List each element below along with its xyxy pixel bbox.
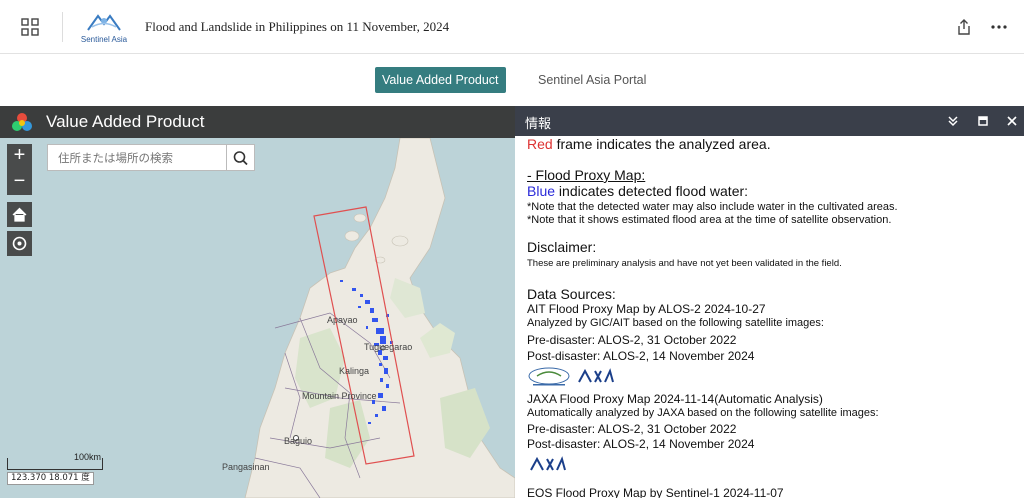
blue-flood-rest: indicates detected flood water: <box>555 183 749 199</box>
top-header: Sentinel Asia Flood and Landslide in Phi… <box>0 0 1024 54</box>
scale-label: 100km <box>74 452 102 462</box>
app-logo-icon <box>10 111 34 135</box>
note-estimated: *Note that it shows estimated flood area… <box>527 214 892 226</box>
dock-icon[interactable] <box>975 113 991 129</box>
ait-logos <box>527 366 647 388</box>
tab-sentinel-asia-portal[interactable]: Sentinel Asia Portal <box>531 67 653 93</box>
source-jaxa-title: JAXA Flood Proxy Map 2024-11-14(Automati… <box>527 392 823 406</box>
zoom-out-button[interactable]: − <box>7 170 32 195</box>
map-title-bar: Value Added Product <box>0 106 515 138</box>
jaxa-logo <box>578 368 614 383</box>
map-label-tuguegarao: Tuguegarao <box>364 342 413 352</box>
page-title: Flood and Landslide in Philippines on 11… <box>145 19 450 34</box>
info-panel-content[interactable]: Red frame indicates the analyzed area. -… <box>527 136 1017 498</box>
nav-tabs: Value Added Product Sentinel Asia Portal <box>0 54 1024 106</box>
header-divider <box>62 12 63 42</box>
coordinate-readout: 123.370 18.071 度 <box>7 472 94 485</box>
search-icon[interactable] <box>227 144 255 171</box>
map-label-apayao: Apayao <box>327 315 358 325</box>
disclaimer-text: These are preliminary analysis and have … <box>527 258 842 269</box>
app: Sentinel Asia Flood and Landslide in Phi… <box>0 0 1024 498</box>
source-jaxa-desc: Automatically analyzed by JAXA based on … <box>527 407 879 419</box>
source-ait-title: AIT Flood Proxy Map by ALOS-2 2024-10-27 <box>527 302 766 316</box>
source-ait-post: Post-disaster: ALOS-2, 14 November 2024 <box>527 349 755 363</box>
location-search-input[interactable] <box>47 144 227 171</box>
gic-logo <box>528 367 570 386</box>
info-panel-title: 情報 <box>525 117 552 132</box>
close-icon[interactable] <box>1004 113 1020 129</box>
source-jaxa-post: Post-disaster: ALOS-2, 14 November 2024 <box>527 437 755 451</box>
jaxa-logos <box>527 454 571 476</box>
zoom-in-button[interactable]: + <box>7 144 32 169</box>
home-icon[interactable] <box>7 202 32 227</box>
map-label-kalinga: Kalinga <box>339 366 370 376</box>
red-frame-text: Red frame indicates the analyzed area. <box>527 136 771 152</box>
island <box>353 213 367 223</box>
red-frame-rest: frame indicates the analyzed area. <box>552 136 771 152</box>
jaxa-logo <box>530 456 566 471</box>
map-label-baguio: Baguio <box>284 436 313 446</box>
flood-proxy-heading: - Flood Proxy Map: <box>527 167 646 183</box>
map-label-pangasinan: Pangasinan <box>222 462 270 472</box>
red-word: Red <box>527 136 553 152</box>
collapse-icon[interactable] <box>945 113 961 129</box>
blue-word: Blue <box>527 183 556 199</box>
island <box>344 230 360 242</box>
source-ait-pre: Pre-disaster: ALOS-2, 31 October 2022 <box>527 333 737 347</box>
logo-text: Sentinel Asia <box>80 35 128 44</box>
data-sources-heading: Data Sources: <box>527 286 616 302</box>
info-panel-header: 情報 <box>515 106 1024 136</box>
info-panel: 情報 Red frame indicates the analyzed area… <box>515 106 1024 498</box>
locate-icon[interactable] <box>7 231 32 256</box>
app-launcher-icon[interactable] <box>20 17 40 37</box>
map-view[interactable]: Apayao Tuguegarao Kalinga Mountain Provi… <box>0 106 1024 498</box>
zoom-control: + − <box>7 144 32 195</box>
disclaimer-heading: Disclaimer: <box>527 239 597 255</box>
tab-value-added-product[interactable]: Value Added Product <box>375 67 506 93</box>
map-canvas[interactable] <box>0 138 515 498</box>
sentinel-asia-logo: Sentinel Asia <box>78 12 130 44</box>
note-cultivated: *Note that the detected water may also i… <box>527 201 898 213</box>
source-ait-desc: Analyzed by GIC/AIT based on the followi… <box>527 317 824 329</box>
island <box>391 235 409 247</box>
map-label-mountain-province: Mountain Province <box>302 391 377 401</box>
map-title: Value Added Product <box>46 112 205 131</box>
source-jaxa-pre: Pre-disaster: ALOS-2, 31 October 2022 <box>527 422 737 436</box>
blue-flood-text: Blue indicates detected flood water: <box>527 183 748 199</box>
more-options-icon[interactable] <box>990 18 1008 36</box>
share-icon[interactable] <box>956 18 972 36</box>
source-eos-title: EOS Flood Proxy Map by Sentinel-1 2024-1… <box>527 486 784 498</box>
